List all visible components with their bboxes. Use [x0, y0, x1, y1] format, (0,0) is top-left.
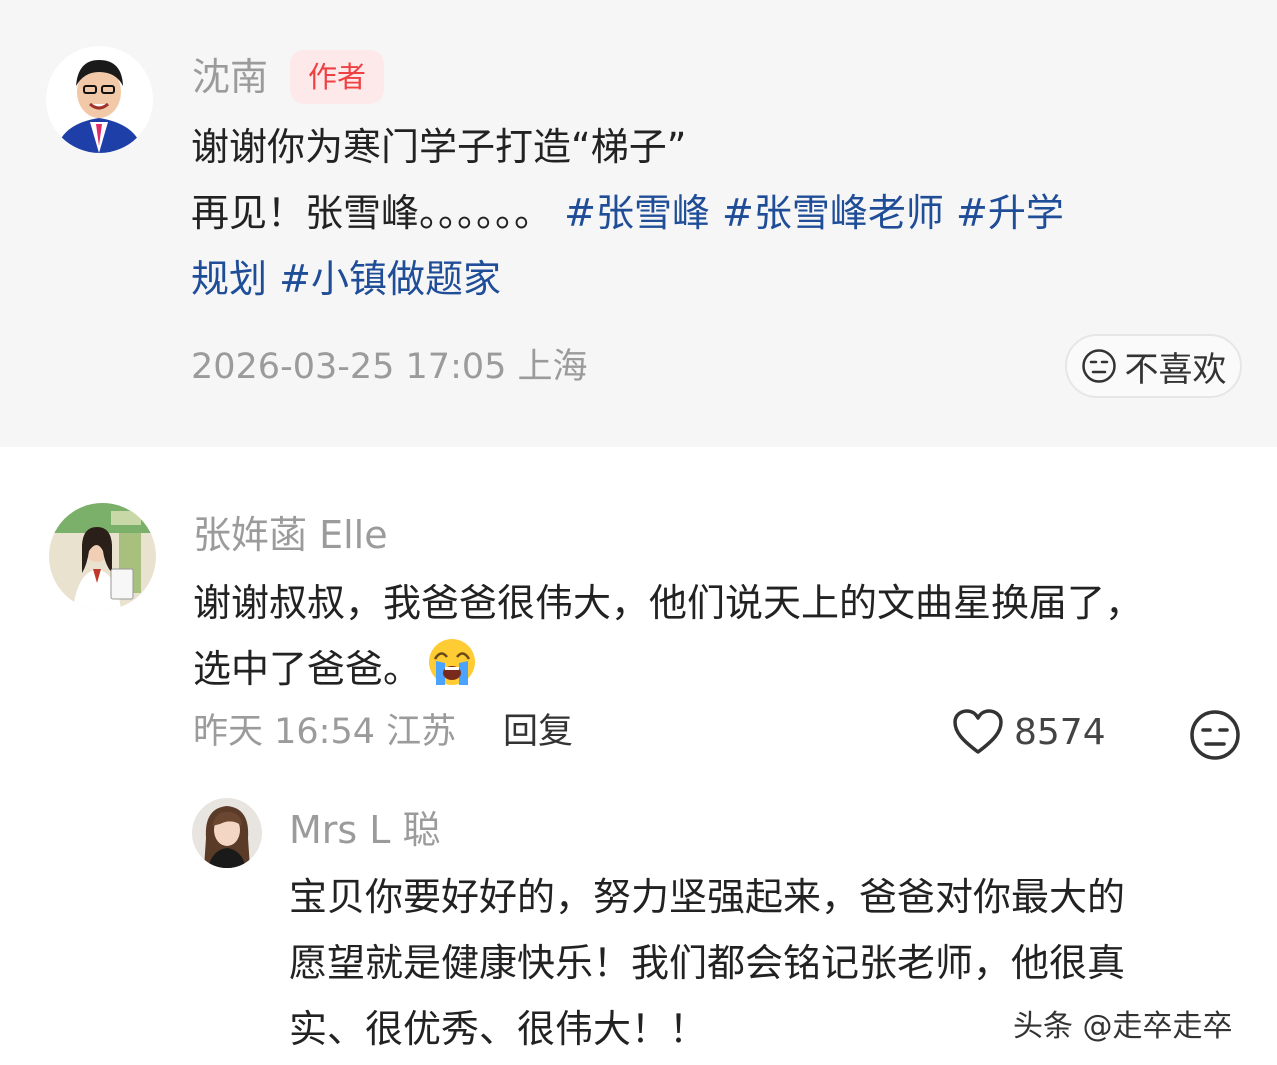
comment-time: 昨天 16:54	[193, 712, 375, 752]
hashtag-zhang-xuefeng-teacher[interactable]: #张雪峰老师	[722, 191, 944, 235]
author-comment-line2: 再见！张雪峰。。。。。。 #张雪峰 #张雪峰老师 #升学	[191, 180, 1064, 246]
comment-line2-text: 选中了爸爸。	[193, 647, 422, 691]
replier-name[interactable]: Mrs L 聪	[289, 811, 441, 849]
hashtag-small-town-test-taker[interactable]: #小镇做题家	[279, 257, 501, 301]
like-count: 8574	[1014, 711, 1106, 753]
author-comment-line1: 谢谢你为寒门学子打造“梯子”	[191, 125, 687, 169]
comment-line1: 谢谢叔叔，我爸爸很伟大，他们说天上的文曲星换届了，	[193, 581, 1144, 625]
heart-icon	[953, 709, 1003, 754]
author-name[interactable]: 沈南	[192, 58, 268, 96]
replier-avatar[interactable]	[192, 798, 262, 868]
reply-line3: 实、很优秀、很伟大！！	[289, 1007, 708, 1051]
author-comment-line3: 规划 #小镇做题家	[191, 246, 501, 312]
author-comment-line2-text: 再见！张雪峰。。。。。。	[191, 191, 553, 235]
reply-button[interactable]: 回复	[503, 715, 573, 750]
author-comment-timestamp: 2026-03-25 17:05	[191, 347, 507, 387]
hashtag-zhang-xuefeng[interactable]: #张雪峰	[564, 191, 710, 235]
comment-location: 江苏	[386, 712, 457, 752]
crying-face-emoji	[427, 637, 477, 707]
author-badge: 作者	[290, 50, 385, 104]
hashtag-admission-planning-part2[interactable]: 规划	[191, 257, 267, 301]
meh-face-icon	[1081, 349, 1116, 383]
source-watermark: 头条 @走卒走卒	[1013, 1009, 1233, 1044]
meh-face-icon[interactable]	[1189, 709, 1241, 761]
author-comment-location: 上海	[517, 347, 588, 387]
hashtag-admission-planning-part1[interactable]: #升学	[956, 191, 1064, 235]
dislike-label: 不喜欢	[1124, 349, 1227, 390]
author-comment-meta: 2026-03-25 17:05 上海	[191, 350, 588, 385]
comment-meta: 昨天 16:54 江苏	[193, 715, 456, 750]
commenter-avatar[interactable]	[49, 503, 156, 610]
commenter-name[interactable]: 张姩菡 Elle	[193, 516, 388, 554]
reply-line2: 愿望就是健康快乐！我们都会铭记张老师，他很真	[289, 941, 1126, 985]
dislike-button[interactable]: 不喜欢	[1065, 334, 1242, 398]
comment-line2: 选中了爸爸。	[193, 636, 477, 707]
reply-line1: 宝贝你要好好的，努力坚强起来，爸爸对你最大的	[289, 875, 1126, 919]
like-button[interactable]: 8574	[952, 708, 1106, 756]
author-avatar[interactable]	[46, 46, 153, 153]
